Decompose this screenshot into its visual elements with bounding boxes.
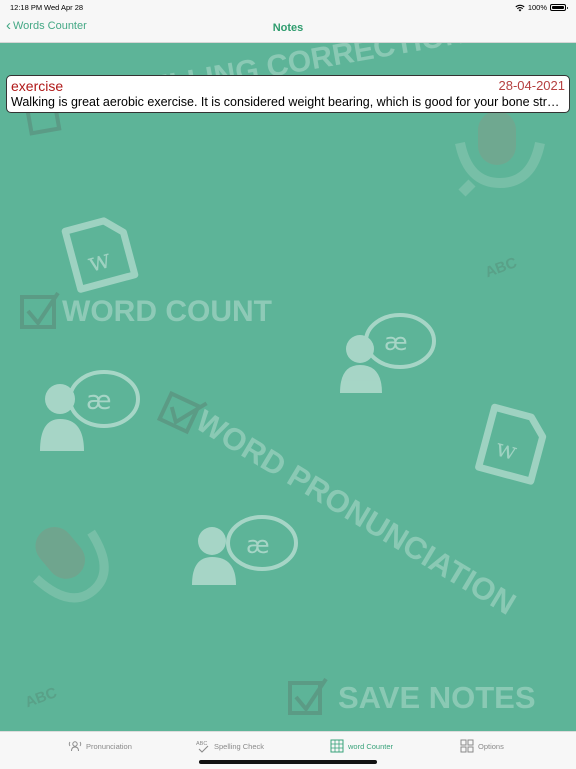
note-body: Walking is great aerobic exercise. It is… — [11, 95, 565, 109]
tab-spelling-check-label: Spelling Check — [214, 741, 265, 751]
spelling-check-icon: ABC — [196, 741, 209, 753]
notes-content: w w æ æ æ ABC ABC WORD COUNT WORD PRONUN… — [0, 43, 576, 731]
abc-check-watermark-icon-2: ABC — [23, 684, 60, 711]
battery-icon — [550, 4, 568, 11]
document-watermark-icon: w — [61, 217, 139, 293]
ae-watermark-text-3: æ — [246, 531, 270, 559]
tab-pronunciation-label: Pronunciation — [86, 741, 132, 751]
save-notes-watermark: SAVE NOTES — [338, 680, 536, 715]
abc-check-watermark-icon: ABC — [483, 254, 520, 281]
battery-percent: 100% — [527, 3, 547, 12]
microphone-watermark-icon-2 — [32, 527, 109, 603]
svg-text:ABC: ABC — [196, 741, 207, 747]
word-counter-icon — [330, 739, 344, 753]
tab-options-label: Options — [478, 741, 504, 751]
tab-options[interactable]: Options — [460, 739, 504, 753]
pronunciation-icon — [68, 741, 82, 752]
wifi-icon — [515, 4, 525, 11]
note-title: exercise — [11, 78, 64, 94]
status-time: 12:18 PM — [10, 3, 43, 12]
ae-watermark-text: æ — [384, 328, 408, 356]
abc-watermark-text: ABC — [483, 254, 520, 281]
background-watermark: w w æ æ æ ABC ABC — [20, 100, 547, 715]
ae-watermark-text-2: æ — [86, 386, 112, 416]
status-right-group: 100% — [515, 3, 568, 12]
options-grid-icon — [460, 739, 474, 753]
status-bar: 12:18 PM Wed Apr 28 100% — [0, 0, 576, 14]
status-date: Wed Apr 28 — [44, 3, 84, 12]
svg-text:w: w — [493, 434, 521, 466]
word-count-watermark: WORD COUNT — [62, 295, 272, 328]
abc-watermark-text-2: ABC — [23, 684, 60, 711]
svg-text:w: w — [85, 244, 114, 279]
checkbox-watermark-icon-3 — [288, 677, 328, 715]
pronunciation-person-watermark-icon: æ — [340, 313, 436, 393]
tab-spelling-check[interactable]: ABC Spelling Check — [196, 739, 264, 753]
microphone-watermark-icon — [455, 111, 545, 197]
note-card[interactable]: exercise 28-04-2021 Walking is great aer… — [6, 75, 570, 113]
pronunciation-person-watermark-icon-2: æ — [40, 370, 140, 451]
tab-pronunciation[interactable]: Pronunciation — [68, 739, 132, 753]
note-date: 28-04-2021 — [498, 78, 566, 93]
document-watermark-icon-2: w — [475, 403, 547, 485]
tab-word-counter[interactable]: word Counter — [330, 739, 393, 753]
pronunciation-person-watermark-icon-3: æ — [192, 515, 298, 585]
home-indicator[interactable] — [199, 760, 377, 764]
page-title: Notes — [272, 22, 304, 34]
tab-word-counter-label: word Counter — [348, 741, 394, 751]
navigation-bar: ‹ Words Counter Notes — [0, 14, 576, 43]
checkbox-watermark-icon — [20, 291, 60, 329]
